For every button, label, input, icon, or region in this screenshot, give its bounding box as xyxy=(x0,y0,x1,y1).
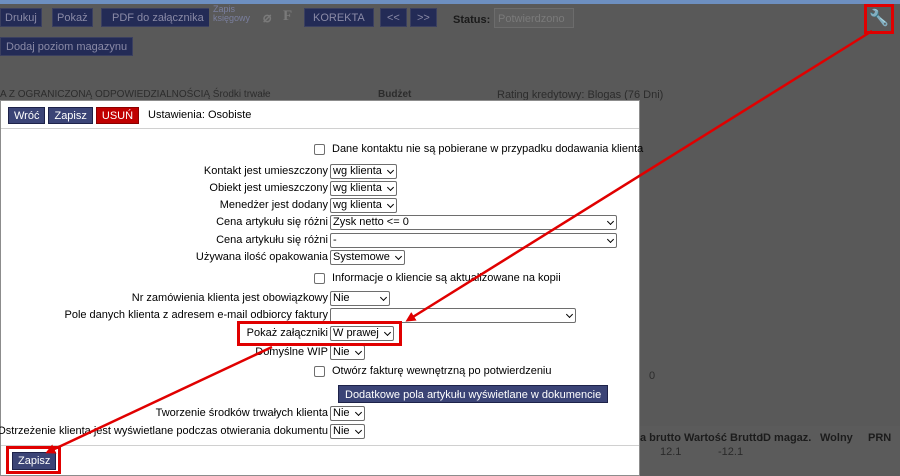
arrow-to-zalaczniki xyxy=(405,29,873,322)
arrow-to-save xyxy=(45,345,273,454)
annotation-arrows xyxy=(45,29,873,454)
